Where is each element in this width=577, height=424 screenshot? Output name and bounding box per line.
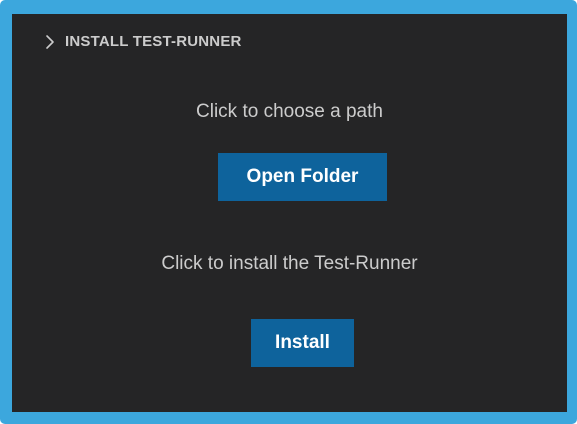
window-frame: INSTALL TEST-RUNNER Click to choose a pa…: [0, 0, 577, 424]
open-folder-button[interactable]: Open Folder: [218, 153, 387, 201]
chevron-right-icon: [46, 35, 54, 49]
section-header[interactable]: INSTALL TEST-RUNNER: [12, 14, 567, 70]
choose-path-prompt: Click to choose a path: [196, 101, 383, 122]
section-title: INSTALL TEST-RUNNER: [65, 33, 242, 50]
install-prompt: Click to install the Test-Runner: [161, 253, 418, 274]
install-test-runner-panel: INSTALL TEST-RUNNER Click to choose a pa…: [12, 14, 567, 412]
install-button[interactable]: Install: [251, 319, 354, 367]
